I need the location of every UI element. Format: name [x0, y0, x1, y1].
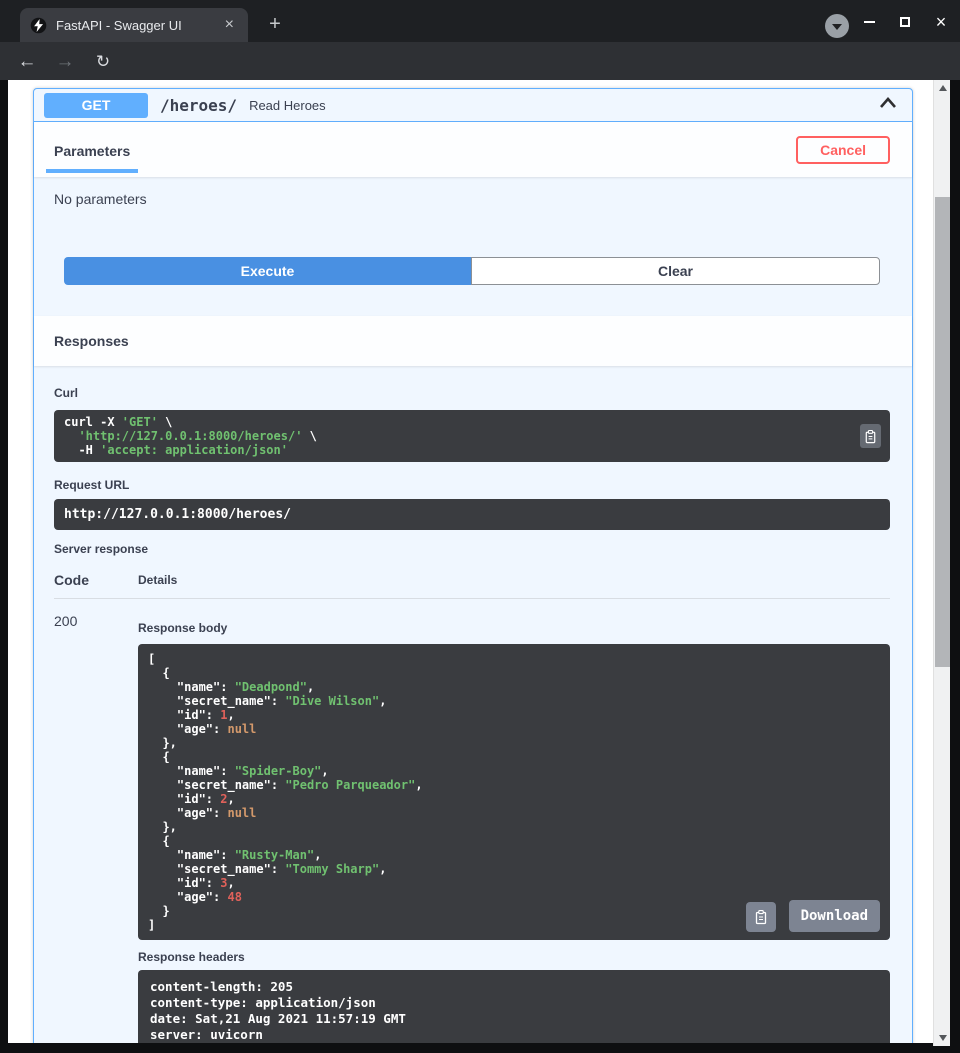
response-body-actions: Download [746, 900, 880, 932]
code-column-header: Code [54, 564, 138, 599]
download-button[interactable]: Download [789, 900, 880, 932]
copy-curl-button[interactable] [860, 424, 881, 448]
window-close-button[interactable]: × [930, 11, 952, 33]
collapse-chevron-up-icon[interactable] [878, 96, 898, 114]
parameters-body: No parameters Execute Clear [34, 177, 912, 316]
browser-tab[interactable]: FastAPI - Swagger UI × [20, 8, 248, 42]
endpoint-path: /heroes/ [160, 96, 237, 115]
reload-button[interactable]: ↻ [90, 49, 116, 75]
execute-row: Execute Clear [64, 257, 880, 285]
tab-search-button[interactable] [825, 14, 849, 38]
response-body-json: [ { "name": "Deadpond", "secret_name": "… [148, 652, 880, 932]
browser-toolbar: ← → ↻ i 127.0.0.1:8000/docs#/default/rea… [0, 42, 960, 80]
response-headers-block: content-length: 205 content-type: applic… [138, 970, 890, 1043]
details-column-header: Details [138, 564, 890, 599]
opblock-summary[interactable]: GET /heroes/ Read Heroes [34, 89, 912, 122]
response-body-block: [ { "name": "Deadpond", "secret_name": "… [138, 644, 890, 940]
responses-body: Curl curl -X 'GET' \ 'http://127.0.0.1:8… [34, 366, 912, 1043]
back-button[interactable]: ← [14, 49, 40, 75]
no-parameters-text: No parameters [34, 177, 912, 207]
response-details: Response body [ { "name": "Deadpond", "s… [138, 599, 890, 1044]
response-row: 200 Response body [ { "name": "Deadpond"… [54, 599, 890, 1044]
chevron-down-icon [832, 24, 842, 30]
responses-header: Responses [34, 316, 912, 366]
tab-close-icon[interactable]: × [221, 17, 238, 33]
request-url-text: http://127.0.0.1:8000/heroes/ [64, 508, 880, 521]
opblock-get-heroes: GET /heroes/ Read Heroes Parameters Canc… [33, 88, 913, 1043]
response-body-label: Response body [138, 621, 890, 635]
scroll-down-arrow[interactable] [934, 1030, 951, 1046]
swagger-page: GET /heroes/ Read Heroes Parameters Canc… [8, 80, 933, 1043]
scroll-up-arrow[interactable] [934, 80, 951, 96]
minimize-button[interactable] [858, 11, 880, 33]
parameters-header: Parameters Cancel [34, 122, 912, 177]
cancel-button[interactable]: Cancel [796, 136, 890, 164]
server-response-table: Code Details 200 Response body [ { "name… [54, 564, 890, 1043]
execute-button[interactable]: Execute [64, 257, 471, 285]
new-tab-button[interactable]: + [262, 12, 288, 38]
fastapi-favicon-icon [30, 17, 47, 34]
response-headers-label: Response headers [138, 950, 890, 964]
forward-button[interactable]: → [52, 49, 78, 75]
tab-strip: FastAPI - Swagger UI × + × [0, 0, 960, 42]
status-code: 200 [54, 599, 138, 1044]
endpoint-summary: Read Heroes [249, 98, 878, 113]
parameters-title: Parameters [54, 143, 130, 159]
parameters-tab[interactable]: Parameters [46, 127, 138, 173]
server-response-label: Server response [54, 542, 890, 556]
request-url-label: Request URL [54, 478, 890, 492]
method-badge: GET [44, 93, 148, 118]
curl-command-block: curl -X 'GET' \ 'http://127.0.0.1:8000/h… [54, 410, 890, 462]
tab-title: FastAPI - Swagger UI [56, 18, 221, 33]
curl-label: Curl [54, 386, 890, 400]
request-url-block: http://127.0.0.1:8000/heroes/ [54, 499, 890, 530]
page-scrollbar[interactable] [933, 80, 950, 1046]
copy-response-button[interactable] [746, 902, 776, 932]
scrollbar-thumb[interactable] [935, 197, 950, 667]
curl-command-text: curl -X 'GET' \ 'http://127.0.0.1:8000/h… [64, 415, 850, 457]
clear-button[interactable]: Clear [471, 257, 880, 285]
window-controls: × [858, 10, 952, 34]
response-headers-text: content-length: 205 content-type: applic… [150, 979, 878, 1043]
responses-title: Responses [54, 333, 129, 349]
maximize-button[interactable] [894, 11, 916, 33]
